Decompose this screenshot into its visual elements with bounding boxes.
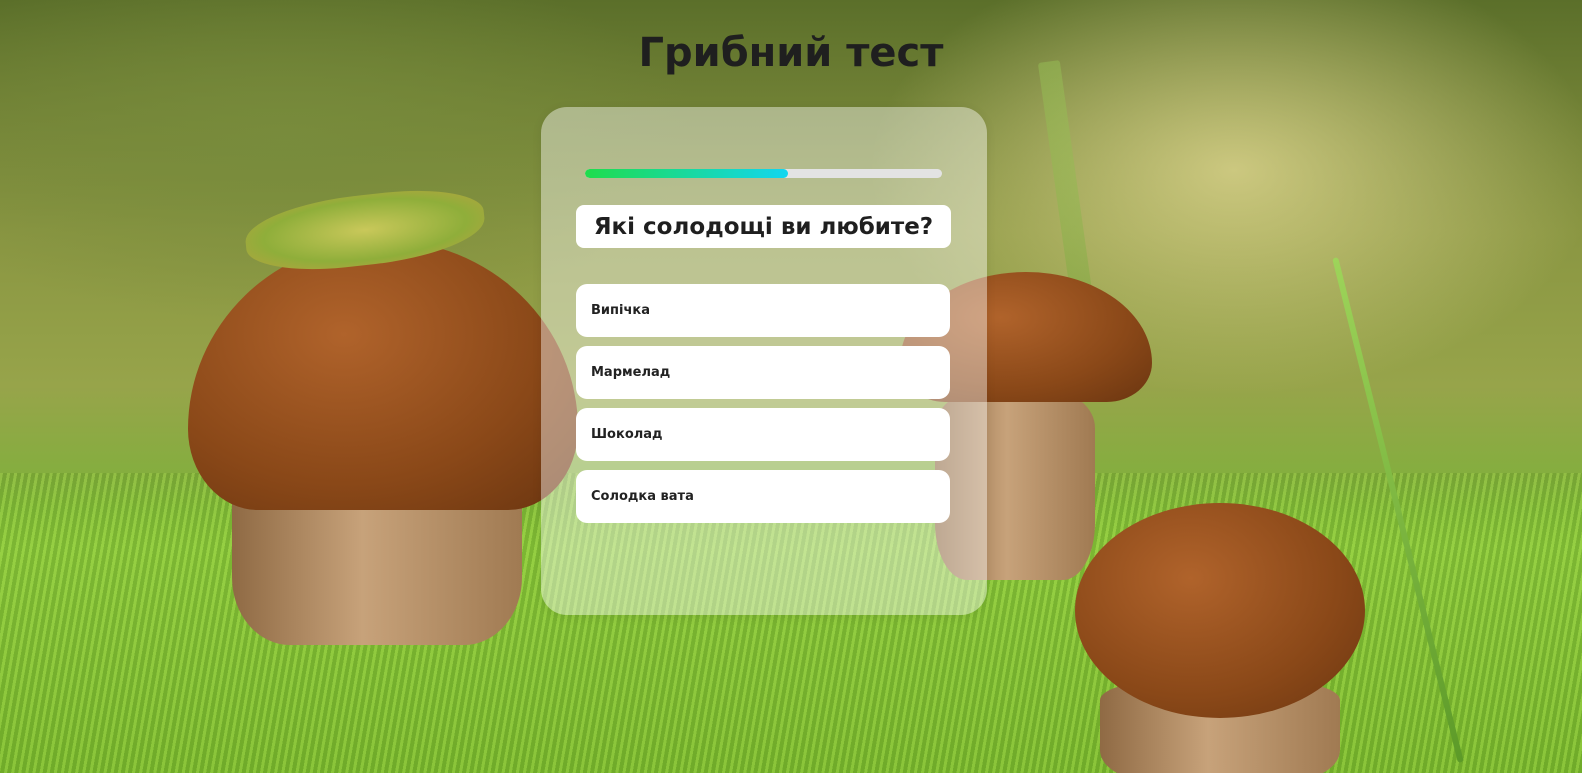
progress-bar	[585, 169, 942, 178]
quiz-card: Які солодощі ви любите? Випічка Мармелад…	[541, 107, 987, 633]
answer-option[interactable]: Шоколад	[576, 408, 950, 461]
progress-fill	[585, 169, 789, 178]
answer-option[interactable]: Мармелад	[576, 346, 950, 399]
question-text: Які солодощі ви любите?	[576, 205, 951, 248]
answer-option[interactable]: Випічка	[576, 284, 950, 337]
answer-option[interactable]: Солодка вата	[576, 470, 950, 523]
page-title: Грибний тест	[638, 30, 944, 76]
answer-options: Випічка Мармелад Шоколад Солодка вата	[576, 284, 950, 532]
